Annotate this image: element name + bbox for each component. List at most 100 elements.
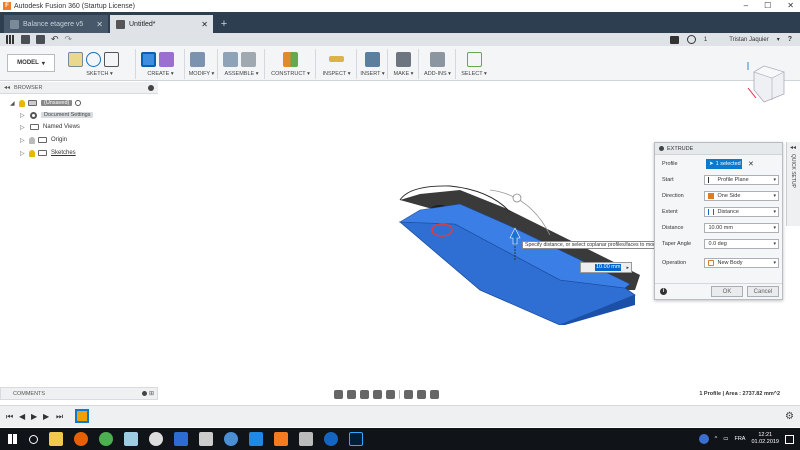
file-explorer-icon[interactable] bbox=[49, 432, 63, 446]
close-window-button[interactable]: ✕ bbox=[787, 0, 794, 12]
fusion-taskbar-icon[interactable] bbox=[274, 432, 288, 446]
expand-triangle-icon[interactable]: ▷ bbox=[20, 137, 26, 144]
help-button[interactable]: ? bbox=[788, 36, 792, 43]
orbit-icon[interactable] bbox=[334, 390, 343, 399]
job-status-icon[interactable] bbox=[686, 35, 696, 44]
inspect-group[interactable]: INSPECT ▾ bbox=[317, 49, 357, 79]
ok-button[interactable]: OK bbox=[711, 286, 743, 297]
start-button[interactable] bbox=[8, 434, 18, 444]
close-tab-icon[interactable]: ✕ bbox=[201, 20, 208, 29]
chrome-icon[interactable] bbox=[99, 432, 113, 446]
offset-plane-icon[interactable] bbox=[283, 51, 298, 67]
addins-group[interactable]: ADD-INS ▾ bbox=[420, 49, 456, 79]
comments-panel[interactable]: COMMENTS ⊞ bbox=[0, 387, 158, 400]
hp-icon[interactable] bbox=[324, 432, 338, 446]
new-tab-button[interactable]: + bbox=[217, 17, 231, 31]
dialog-options-icon[interactable] bbox=[659, 146, 664, 151]
expand-triangle-icon[interactable]: ▷ bbox=[20, 150, 26, 157]
comments-options-icon[interactable] bbox=[142, 391, 147, 396]
operation-dropdown[interactable]: New Body ▾ bbox=[704, 258, 779, 268]
select-group[interactable]: SELECT ▾ bbox=[457, 49, 491, 79]
language-indicator[interactable]: FRA bbox=[734, 436, 745, 442]
step-back-icon[interactable]: ◀ bbox=[19, 412, 25, 421]
photoshop-icon[interactable] bbox=[349, 432, 363, 446]
undo-icon[interactable]: ↶ bbox=[51, 35, 59, 44]
tab-balance-etagere[interactable]: Balance etagere v5 ✕ bbox=[4, 15, 108, 33]
new-component-icon[interactable] bbox=[223, 51, 238, 67]
activate-radio-icon[interactable] bbox=[75, 100, 82, 106]
browser-item-document-settings[interactable]: ▷ Document Settings bbox=[20, 109, 94, 121]
app-icon-2[interactable] bbox=[299, 432, 313, 446]
clock[interactable]: 12:21 01.02.2019 bbox=[751, 432, 779, 446]
sketch-menu[interactable]: SKETCH ▾ bbox=[64, 71, 135, 77]
search-icon[interactable] bbox=[29, 434, 38, 444]
fit-icon[interactable] bbox=[386, 390, 395, 399]
insert-menu[interactable]: INSERT ▾ bbox=[358, 71, 387, 77]
construct-group[interactable]: CONSTRUCT ▾ bbox=[266, 49, 316, 79]
app-icon[interactable] bbox=[124, 432, 138, 446]
go-to-start-icon[interactable]: ⏮ bbox=[6, 412, 13, 422]
timeline-feature-sketch[interactable] bbox=[75, 409, 89, 423]
save-icon[interactable] bbox=[36, 35, 45, 44]
extrude-icon[interactable] bbox=[141, 51, 156, 67]
chat-icon[interactable] bbox=[669, 35, 679, 44]
browser-item-sketches[interactable]: ▷ Sketches bbox=[20, 147, 76, 159]
visibility-bulb-icon[interactable] bbox=[29, 149, 35, 157]
press-pull-icon[interactable] bbox=[190, 51, 205, 67]
insert-image-icon[interactable] bbox=[365, 51, 380, 67]
tray-app-icon[interactable] bbox=[698, 434, 709, 444]
modify-menu[interactable]: MODIFY ▾ bbox=[186, 71, 217, 77]
info-icon[interactable]: i bbox=[660, 288, 667, 295]
grid-settings-icon[interactable] bbox=[417, 390, 426, 399]
visibility-bulb-icon[interactable] bbox=[19, 99, 25, 107]
make-group[interactable]: MAKE ▾ bbox=[389, 49, 419, 79]
play-icon[interactable]: ▶ bbox=[31, 412, 37, 421]
maximize-button[interactable]: ☐ bbox=[764, 0, 771, 12]
browser-root[interactable]: ◢ (Unsaved) bbox=[10, 97, 82, 109]
notifications-icon[interactable] bbox=[785, 434, 794, 444]
profile-selection-button[interactable]: ➤ 1 selected bbox=[706, 159, 742, 169]
joint-icon[interactable] bbox=[241, 51, 256, 67]
inspect-menu[interactable]: INSPECT ▾ bbox=[317, 71, 356, 77]
gear-icon[interactable]: ⚙ bbox=[785, 411, 794, 422]
quick-setup-tab[interactable]: ◂◂ QUICK SETUP bbox=[786, 142, 800, 226]
collapse-arrow-icon[interactable]: ◂◂ bbox=[4, 84, 10, 91]
select-menu[interactable]: SELECT ▾ bbox=[457, 71, 491, 77]
measure-icon[interactable] bbox=[329, 56, 344, 62]
tab-untitled[interactable]: Untitled* ✕ bbox=[110, 15, 213, 33]
collapse-arrow-icon[interactable]: ◂◂ bbox=[790, 144, 796, 151]
expand-triangle-icon[interactable]: ▷ bbox=[20, 112, 26, 119]
pan-icon[interactable] bbox=[360, 390, 369, 399]
display-settings-icon[interactable] bbox=[404, 390, 413, 399]
line-icon[interactable] bbox=[86, 51, 101, 67]
browser-item-origin[interactable]: ▷ Origin bbox=[20, 134, 67, 146]
addins-menu[interactable]: ADD-INS ▾ bbox=[420, 71, 455, 77]
insert-group[interactable]: INSERT ▾ bbox=[358, 49, 388, 79]
distance-input-value[interactable]: 10.00 mm bbox=[595, 264, 622, 271]
chevron-up-icon[interactable]: ^ bbox=[715, 436, 718, 442]
viewports-icon[interactable] bbox=[430, 390, 439, 399]
create-group[interactable]: CREATE ▾ bbox=[137, 49, 185, 79]
spinner-icon[interactable]: ▸ bbox=[626, 265, 629, 271]
3d-print-icon[interactable] bbox=[396, 51, 411, 67]
rectangle-icon[interactable] bbox=[104, 51, 119, 67]
scripts-icon[interactable] bbox=[430, 51, 445, 67]
edge-icon[interactable] bbox=[249, 432, 263, 446]
settings-icon[interactable] bbox=[149, 432, 163, 446]
assemble-menu[interactable]: ASSEMBLE ▾ bbox=[219, 71, 264, 77]
go-to-end-icon[interactable]: ⏭ bbox=[56, 412, 63, 422]
data-panel-icon[interactable] bbox=[6, 35, 15, 44]
user-menu[interactable]: Tristan Jaquier bbox=[729, 37, 768, 43]
clear-selection-icon[interactable]: ✕ bbox=[748, 160, 754, 168]
calculator-icon[interactable] bbox=[199, 432, 213, 446]
firefox-icon[interactable] bbox=[74, 432, 88, 446]
minimize-button[interactable]: – bbox=[744, 0, 748, 12]
create-sketch-icon[interactable] bbox=[68, 51, 83, 67]
direction-dropdown[interactable]: One Side ▾ bbox=[704, 191, 779, 201]
construct-menu[interactable]: CONSTRUCT ▾ bbox=[266, 71, 315, 77]
create-menu[interactable]: CREATE ▾ bbox=[137, 71, 184, 77]
select-icon[interactable] bbox=[466, 51, 482, 67]
modify-group[interactable]: MODIFY ▾ bbox=[186, 49, 218, 79]
create-form-icon[interactable] bbox=[159, 51, 174, 67]
extrude-header[interactable]: EXTRUDE bbox=[655, 143, 782, 155]
